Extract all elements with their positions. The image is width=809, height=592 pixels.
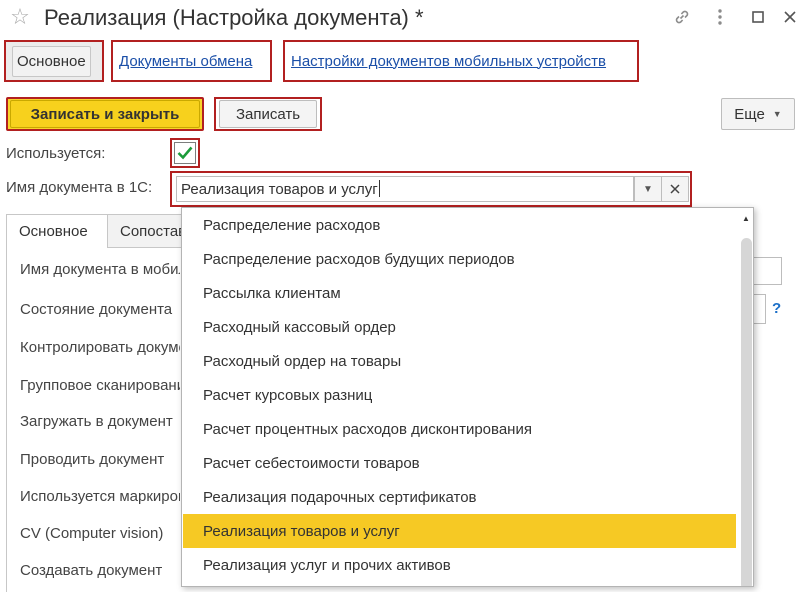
row-label-cv: CV (Computer vision) xyxy=(20,525,164,542)
dropdown-scrollbar[interactable]: ▲ xyxy=(738,208,753,586)
row-label-load-into-doc: Загружать в документ xyxy=(20,413,173,430)
row-label-create-doc: Создавать документ xyxy=(20,562,163,579)
chevron-down-icon: ▼ xyxy=(772,109,782,119)
doc-name-input[interactable]: Реализация товаров и услуг xyxy=(176,176,634,202)
more-label: Еще xyxy=(734,105,765,123)
link-icon[interactable] xyxy=(668,4,696,30)
tab-main-label: Основное xyxy=(12,45,91,77)
doc-name-value: Реализация товаров и услуг xyxy=(181,181,378,198)
used-label: Используется: xyxy=(6,145,106,162)
more-vertical-icon[interactable] xyxy=(706,4,734,30)
tab-main[interactable]: Основное xyxy=(4,40,104,82)
doc-name-combo: Реализация товаров и услуг ▼ xyxy=(170,171,692,207)
save-and-close-label: Записать и закрыть xyxy=(10,100,200,128)
row-label-post-doc: Проводить документ xyxy=(20,451,165,468)
scroll-thumb[interactable] xyxy=(741,238,752,586)
list-item[interactable]: Расчет себестоимости товаров xyxy=(183,446,736,480)
scroll-up-icon[interactable]: ▲ xyxy=(742,214,750,223)
inner-tab-main-label: Основное xyxy=(19,222,88,240)
row-label-group-scan: Групповое сканирование xyxy=(20,377,180,394)
favorite-star-icon[interactable]: ☆ xyxy=(6,2,34,32)
doc-name-dropdown: Распределение расходов Распределение рас… xyxy=(181,207,754,587)
list-item[interactable]: Расходный ордер на товары xyxy=(183,344,736,378)
row-label-doc-state: Состояние документа xyxy=(20,301,173,318)
row-label-control-doc: Контролировать документ xyxy=(20,339,180,356)
help-icon[interactable]: ? xyxy=(772,300,781,317)
check-icon xyxy=(177,146,193,160)
more-button[interactable]: Еще ▼ xyxy=(721,98,795,130)
save-and-close-button[interactable]: Записать и закрыть xyxy=(6,97,204,131)
save-label: Записать xyxy=(219,100,317,128)
maximize-icon[interactable] xyxy=(744,4,772,30)
triangle-down-icon: ▼ xyxy=(643,183,653,195)
dropdown-toggle-button[interactable]: ▼ xyxy=(634,176,662,202)
list-item[interactable]: Расходный кассовый ордер xyxy=(183,310,736,344)
list-item[interactable]: Рассылка клиентам xyxy=(183,276,736,310)
row-label-mobile-doc-name: Имя документа в мобильном устройстве xyxy=(20,261,180,278)
list-item[interactable]: Расчет процентных расходов дисконтирован… xyxy=(183,412,736,446)
list-item[interactable]: Расчет курсовых разниц xyxy=(183,378,736,412)
row-label-marking-used: Используется маркировка xyxy=(20,488,180,505)
inner-tab-main[interactable]: Основное xyxy=(6,214,108,248)
clear-button[interactable] xyxy=(661,176,689,202)
list-item-selected[interactable]: Реализация товаров и услуг xyxy=(183,514,736,548)
list-item[interactable]: Распределение расходов xyxy=(183,208,736,242)
tab-exchange-documents[interactable]: Документы обмена xyxy=(111,40,272,82)
window-title: Реализация (Настройка документа) * xyxy=(44,5,424,30)
used-checkbox[interactable] xyxy=(174,142,196,164)
tab-exchange-documents-label: Документы обмена xyxy=(119,52,253,70)
tab-mobile-document-settings-label: Настройки документов мобильных устройств xyxy=(291,52,607,70)
list-item[interactable]: Реализация подарочных сертификатов xyxy=(183,480,736,514)
doc-name-label: Имя документа в 1С: xyxy=(6,179,153,196)
clear-x-icon xyxy=(670,184,680,194)
used-checkbox-highlight xyxy=(170,138,200,168)
save-button[interactable]: Записать xyxy=(214,97,322,131)
list-item[interactable]: Реализация услуг и прочих активов xyxy=(183,548,736,582)
tab-mobile-document-settings[interactable]: Настройки документов мобильных устройств xyxy=(283,40,639,82)
list-item[interactable]: Распределение расходов будущих периодов xyxy=(183,242,736,276)
close-icon[interactable] xyxy=(776,4,804,30)
